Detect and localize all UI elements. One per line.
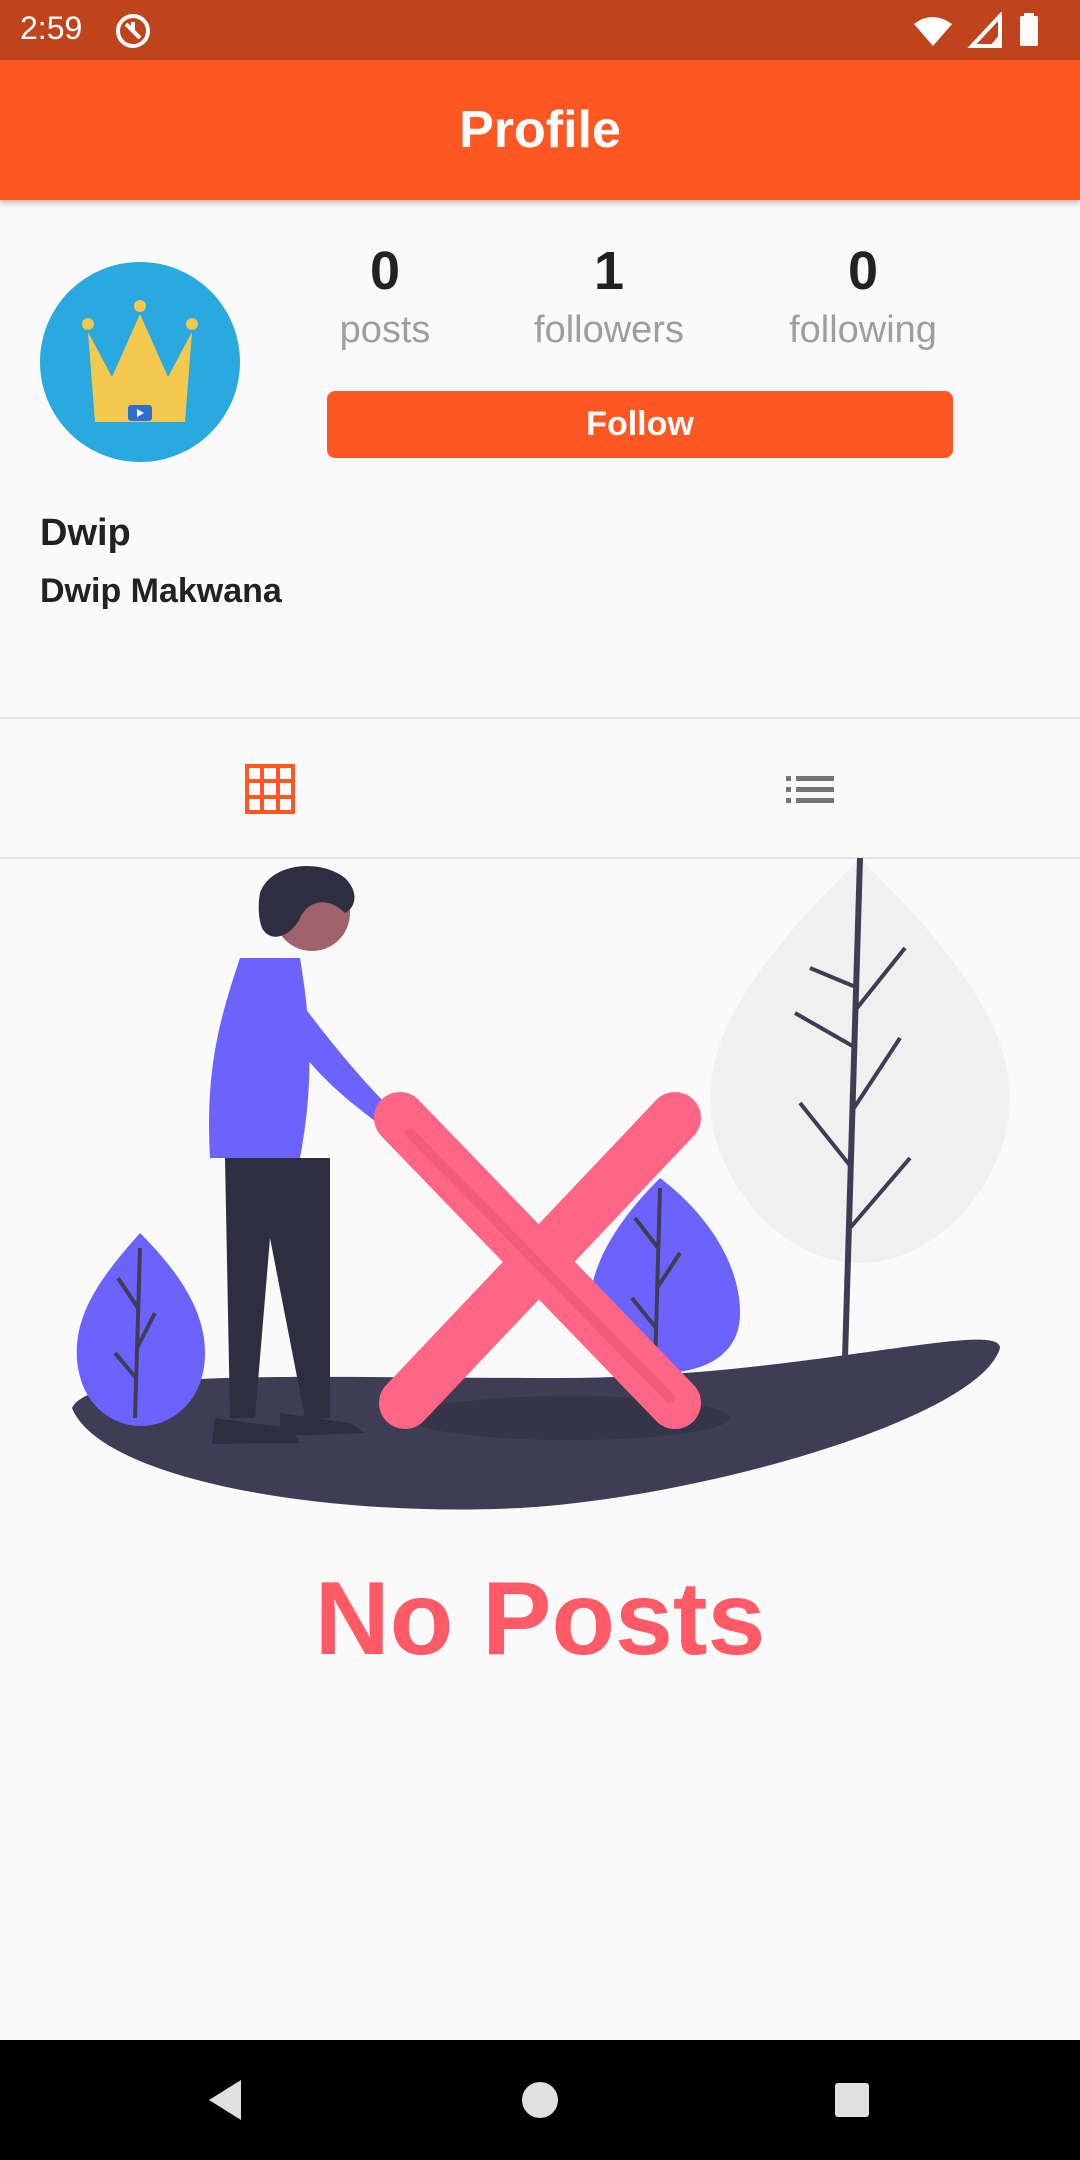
status-bar: 2:59 xyxy=(0,0,1080,60)
back-button[interactable] xyxy=(185,2060,265,2140)
app-bar: Profile xyxy=(0,60,1080,200)
display-name: Dwip Makwana xyxy=(40,572,282,610)
app-notification-icon xyxy=(116,14,150,48)
page-title: Profile xyxy=(459,101,621,159)
followers-count: 1 xyxy=(593,241,625,301)
username: Dwip xyxy=(40,512,131,554)
home-icon xyxy=(522,2082,558,2118)
following-label: following xyxy=(789,309,937,351)
recents-icon xyxy=(835,2083,869,2117)
battery-icon xyxy=(1020,16,1038,46)
stat-posts[interactable]: 0 posts xyxy=(255,238,515,356)
status-icons xyxy=(914,12,1038,48)
list-icon xyxy=(786,776,834,803)
divider xyxy=(0,717,1080,719)
crown-logo-icon xyxy=(82,300,198,422)
followers-label: followers xyxy=(534,309,684,351)
no-posts-illustration xyxy=(72,858,1010,1510)
tab-list[interactable] xyxy=(540,720,1080,858)
wifi-icon xyxy=(914,17,952,46)
posts-count: 0 xyxy=(369,241,401,301)
recents-button[interactable] xyxy=(812,2060,892,2140)
system-nav-bar xyxy=(0,2040,1080,2160)
tab-grid[interactable] xyxy=(0,720,540,858)
home-button[interactable] xyxy=(500,2060,580,2140)
avatar[interactable] xyxy=(40,262,240,462)
grid-icon xyxy=(245,764,295,814)
back-icon xyxy=(209,2080,241,2120)
posts-label: posts xyxy=(339,309,431,351)
follow-button[interactable]: Follow xyxy=(327,391,953,458)
status-time: 2:59 xyxy=(20,10,83,46)
empty-state-title: No Posts xyxy=(314,1561,766,1677)
following-count: 0 xyxy=(847,241,879,301)
stat-following[interactable]: 0 following xyxy=(733,238,993,356)
stat-followers[interactable]: 1 followers xyxy=(479,238,739,356)
